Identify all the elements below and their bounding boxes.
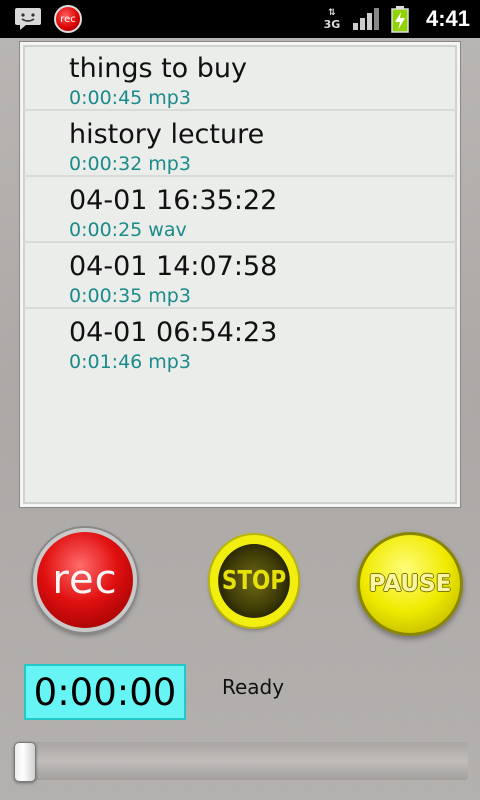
recording-meta: 0:01:46 mp3 [69,351,191,373]
list-item[interactable]: history lecture 0:00:32 mp3 [23,111,457,177]
stop-button-label: STOP [221,566,287,596]
recordings-list[interactable]: things to buy 0:00:45 mp3 history lectur… [20,42,460,507]
message-notification-icon[interactable] [14,7,42,31]
recorder-status: Ready [222,675,285,699]
record-button[interactable]: rec [33,528,137,632]
recording-meta: 0:00:25 wav [69,219,187,241]
recording-title: history lecture [69,119,265,150]
network-3g-icon: ⇅ 3G [323,8,341,31]
list-item[interactable]: things to buy 0:00:45 mp3 [23,45,457,111]
recording-title: things to buy [69,53,248,84]
recording-notification-icon[interactable]: rec [54,5,82,33]
pause-button-label: PAUSE [368,571,452,597]
recording-meta: 0:00:32 mp3 [69,153,191,175]
elapsed-timer: 0:00:00 [24,664,186,720]
recording-meta: 0:00:35 mp3 [69,285,191,307]
recording-title: 04-01 16:35:22 [69,185,278,216]
pause-button[interactable]: PAUSE [357,532,463,636]
status-bar: rec ⇅ 3G 4:41 [0,0,480,38]
seek-bar-track[interactable] [14,742,468,780]
signal-strength-icon [352,8,379,30]
list-item[interactable]: 04-01 16:35:22 0:00:25 wav [23,177,457,243]
stop-button[interactable]: STOP [209,535,299,627]
recording-meta: 0:00:45 mp3 [69,87,191,109]
status-clock: 4:41 [425,6,470,31]
recording-title: 04-01 14:07:58 [69,251,278,282]
recording-title: 04-01 06:54:23 [69,317,278,348]
battery-charging-icon [391,6,409,33]
list-item[interactable]: 04-01 14:07:58 0:00:35 mp3 [23,243,457,309]
list-item[interactable]: 04-01 06:54:23 0:01:46 mp3 [23,309,457,375]
seek-bar-thumb[interactable] [14,742,36,782]
record-button-label: rec [52,557,118,603]
timer-value: 0:00:00 [33,670,177,714]
